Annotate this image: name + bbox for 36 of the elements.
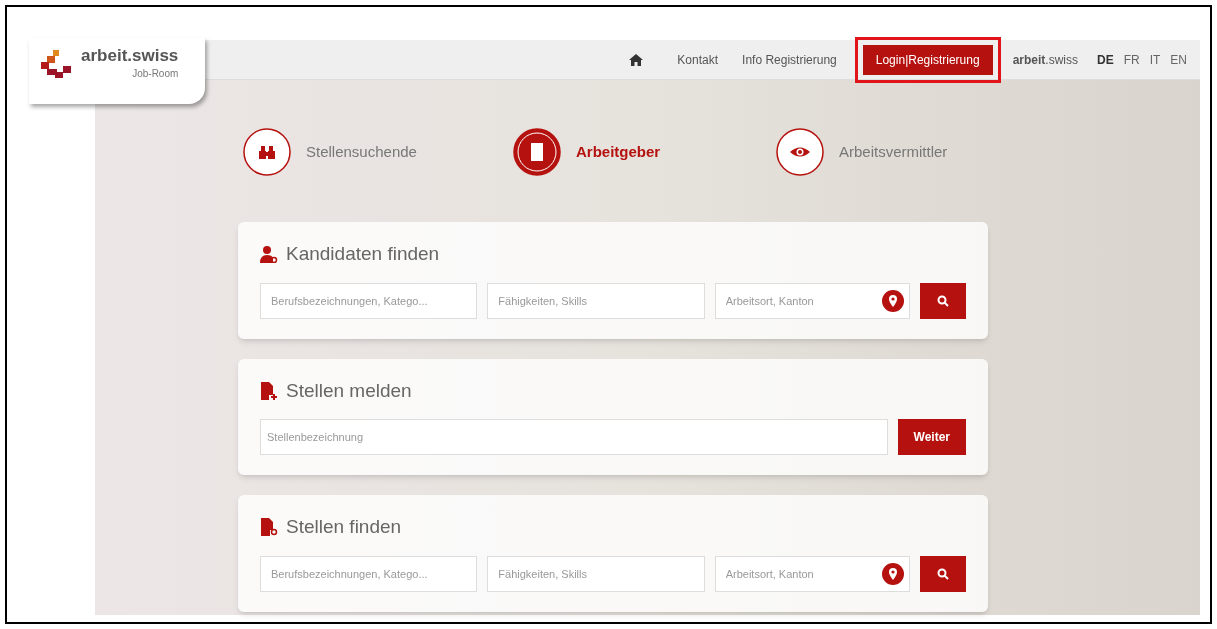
document-search-icon bbox=[260, 518, 278, 537]
binoculars-icon bbox=[242, 127, 292, 177]
section-title: Stellen finden bbox=[286, 515, 402, 539]
nav-link[interactable]: Info Registrierung bbox=[742, 50, 837, 69]
text-field[interactable]: Stellenbezeichnung bbox=[260, 419, 888, 455]
search-button[interactable] bbox=[920, 282, 966, 319]
language-link[interactable]: IT bbox=[1149, 50, 1161, 69]
location-field[interactable]: Arbeitsort, Kanton bbox=[714, 282, 910, 319]
role-tab[interactable]: Stellensuchende bbox=[242, 127, 512, 177]
logo-card[interactable]: arbeit.swiss Job-Room bbox=[29, 38, 205, 104]
person-search-icon bbox=[260, 245, 278, 264]
logo-subtitle: Job-Room bbox=[132, 67, 179, 81]
role-tab[interactable]: Arbeitgeber bbox=[512, 127, 775, 177]
location-field[interactable]: Arbeitsort, Kanton bbox=[714, 555, 910, 592]
section-title: Stellen melden bbox=[286, 378, 412, 403]
text-field[interactable]: Berufsbezeichnungen, Katego... bbox=[260, 555, 478, 592]
search-button[interactable] bbox=[920, 555, 966, 592]
language-link[interactable]: FR bbox=[1123, 50, 1140, 69]
document-plus-icon bbox=[260, 381, 278, 400]
location-pin-icon bbox=[882, 562, 904, 585]
next-button[interactable]: Weiter bbox=[897, 419, 966, 455]
home-icon bbox=[629, 53, 644, 66]
location-pin-icon bbox=[882, 289, 904, 312]
language-link[interactable]: EN bbox=[1170, 50, 1187, 69]
login-button[interactable]: Login|Registrierung bbox=[862, 44, 993, 75]
logo-text: arbeit.swiss bbox=[81, 46, 179, 66]
text-field[interactable]: Fähigkeiten, Skills bbox=[487, 555, 705, 592]
brand-link[interactable]: arbeit.swiss bbox=[1012, 50, 1078, 69]
section-title: Kandidaten finden bbox=[286, 242, 440, 266]
language-link[interactable]: DE bbox=[1097, 50, 1114, 69]
eye-icon bbox=[775, 127, 825, 177]
text-field[interactable]: Berufsbezeichnungen, Katego... bbox=[260, 282, 478, 319]
search-icon bbox=[937, 294, 949, 307]
text-field[interactable]: Fähigkeiten, Skills bbox=[487, 282, 705, 319]
search-icon bbox=[937, 567, 949, 580]
nav-link[interactable]: Kontakt bbox=[677, 50, 719, 69]
